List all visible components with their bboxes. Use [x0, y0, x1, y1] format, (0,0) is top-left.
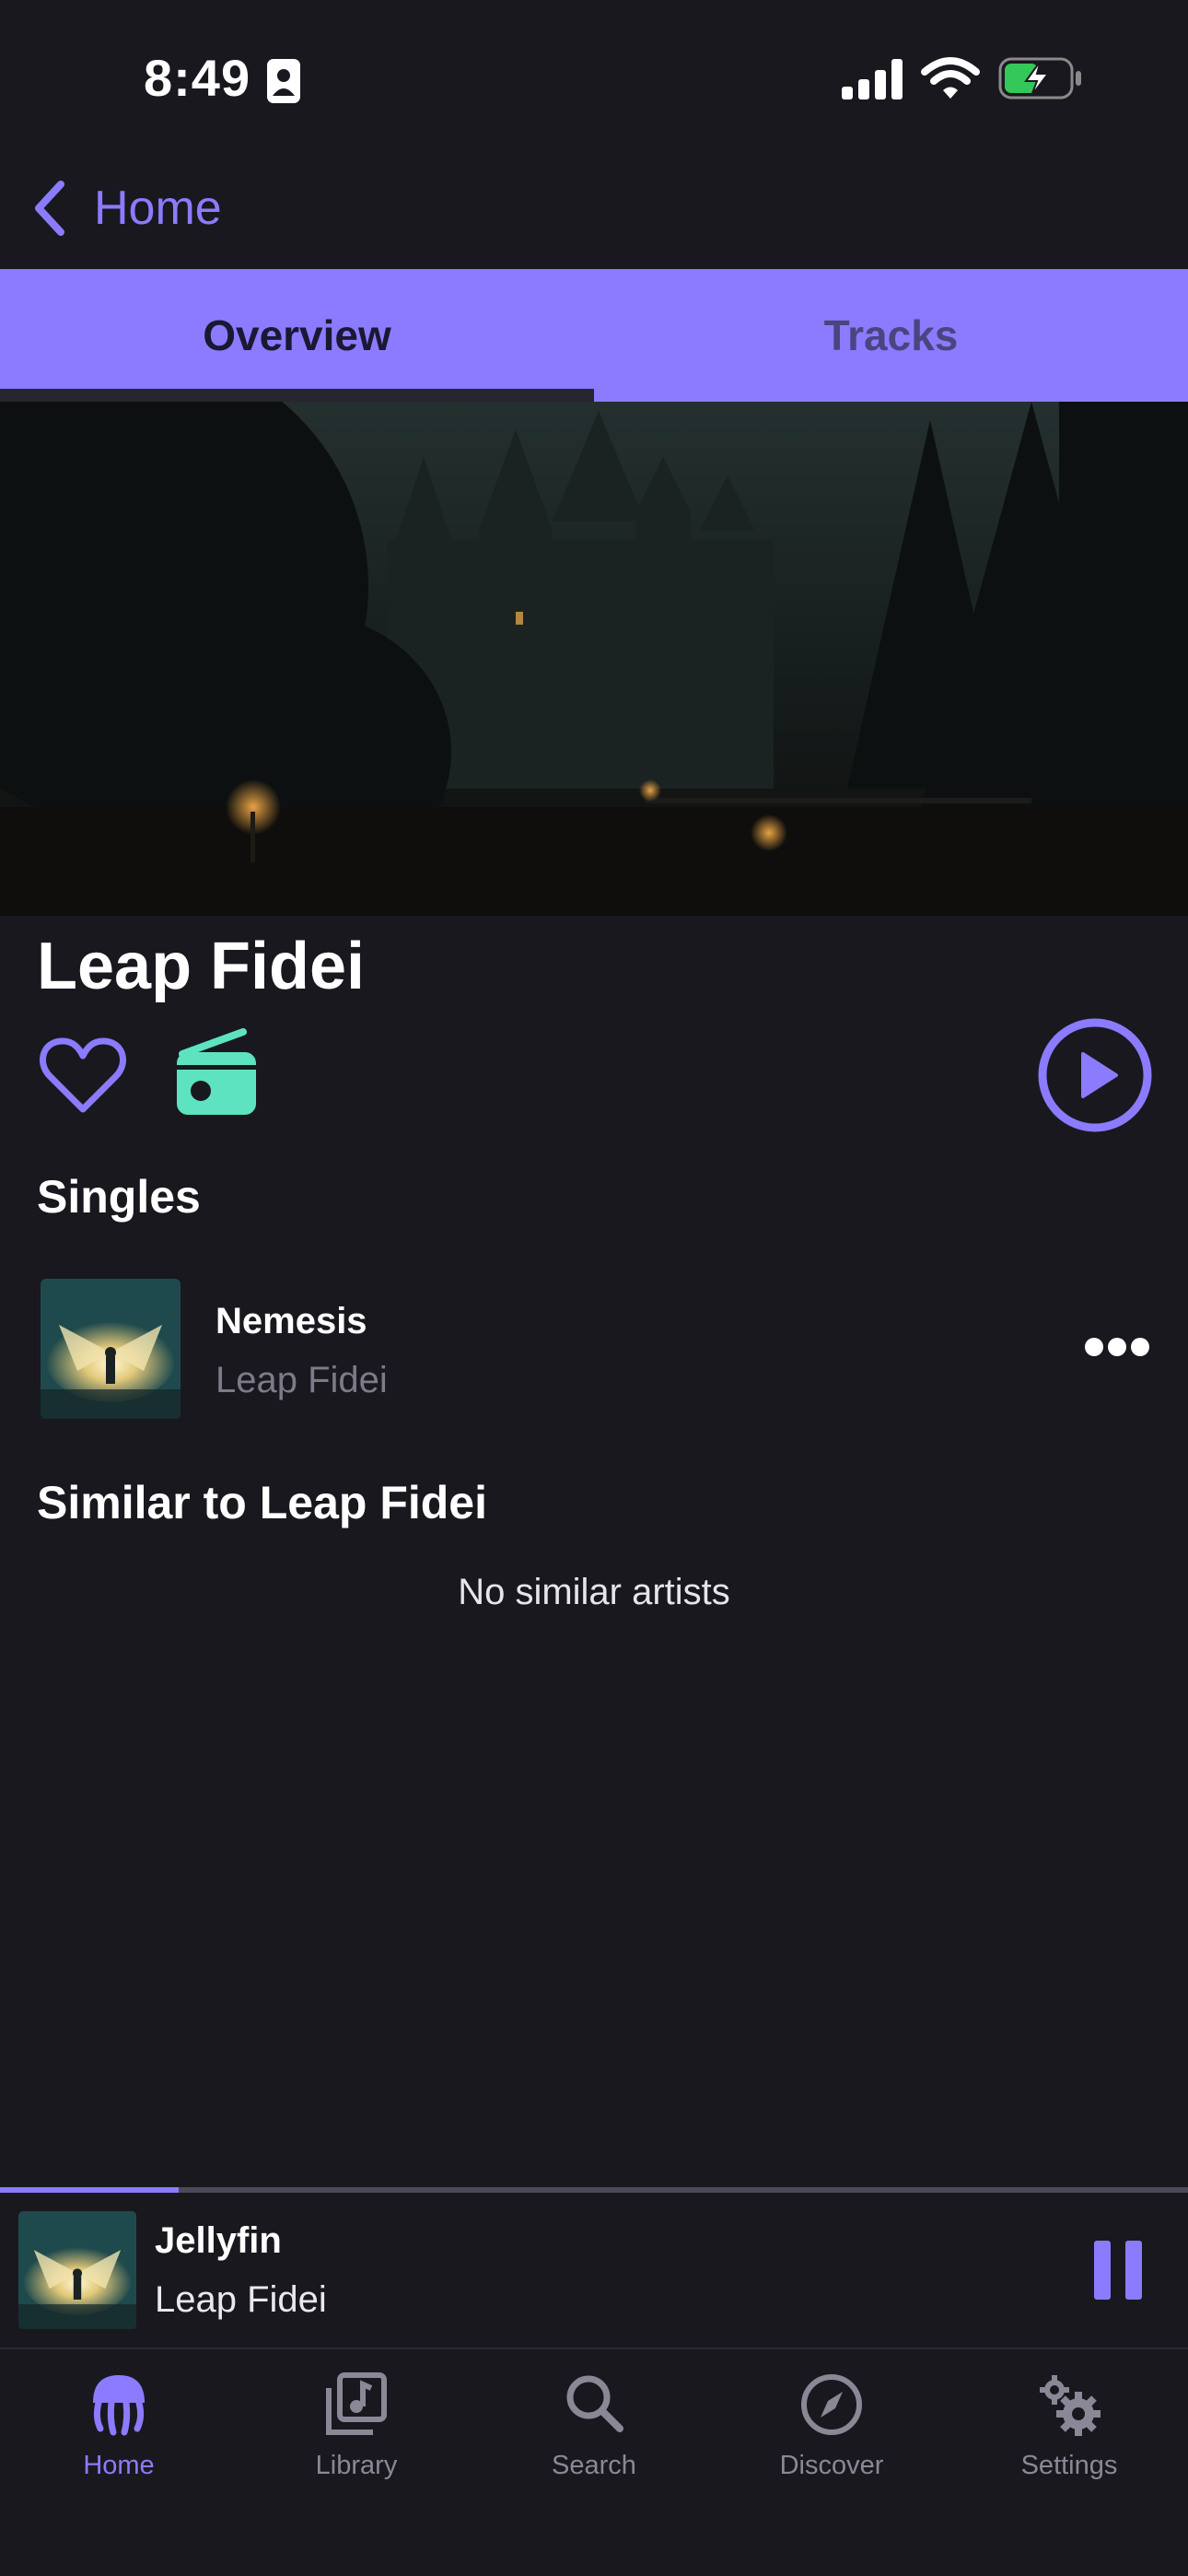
now-playing-artwork[interactable] [18, 2211, 136, 2329]
playback-progress-track[interactable] [0, 2187, 1188, 2193]
tab-active-indicator [0, 389, 594, 402]
tab-search-label: Search [552, 2451, 636, 2480]
bottom-tab-bar: Home Library Search Discover Settings [0, 2359, 1188, 2576]
tab-bar-divider [0, 2348, 1188, 2349]
more-options-icon[interactable] [1083, 1336, 1151, 1358]
wifi-icon [921, 57, 980, 99]
status-bar: 8:49 [0, 0, 1188, 157]
list-item[interactable]: Nemesis Leap Fidei [0, 1271, 1188, 1428]
similar-heading: Similar to Leap Fidei [37, 1477, 487, 1528]
artist-hero-image [0, 402, 1188, 916]
tab-overview[interactable]: Overview [0, 269, 594, 402]
tab-discover-label: Discover [779, 2451, 884, 2480]
back-button[interactable]: Home [33, 181, 222, 236]
tab-tracks[interactable]: Tracks [594, 269, 1188, 402]
play-circle-button[interactable] [1037, 1017, 1153, 1133]
radio-icon[interactable] [175, 1028, 258, 1117]
signal-icon [842, 59, 903, 100]
jellyfish-icon [93, 2375, 145, 2436]
tab-library[interactable]: Library [238, 2359, 475, 2576]
tab-overview-label: Overview [203, 311, 391, 359]
now-playing-title[interactable]: Jellyfin [155, 2220, 282, 2262]
segmented-tabs: Overview Tracks [0, 269, 1188, 402]
album-artwork [41, 1279, 181, 1419]
tab-settings[interactable]: Settings [950, 2359, 1188, 2576]
tab-search[interactable]: Search [475, 2359, 713, 2576]
single-title: Nemesis [215, 1301, 367, 1341]
tab-library-label: Library [315, 2451, 398, 2480]
artist-name: Leap Fidei [37, 930, 366, 1003]
library-icon [326, 2372, 387, 2435]
chevron-left-icon [35, 181, 64, 236]
similar-empty-text: No similar artists [458, 1572, 730, 1612]
pause-icon[interactable] [1092, 2241, 1144, 2300]
battery-charging-icon [998, 57, 1081, 100]
back-label: Home [94, 181, 222, 235]
contact-card-icon [267, 59, 300, 103]
tab-home[interactable]: Home [0, 2359, 238, 2576]
status-time: 8:49 [144, 49, 251, 107]
gears-icon [1040, 2375, 1101, 2436]
singles-heading: Singles [37, 1171, 201, 1223]
tab-settings-label: Settings [1020, 2451, 1118, 2480]
playback-progress-fill [0, 2187, 179, 2193]
now-playing-artist[interactable]: Leap Fidei [155, 2279, 327, 2321]
heart-icon[interactable] [39, 1036, 127, 1115]
tab-home-label: Home [83, 2451, 155, 2480]
tab-discover[interactable]: Discover [713, 2359, 950, 2576]
tab-tracks-label: Tracks [823, 311, 959, 359]
compass-icon [801, 2374, 862, 2435]
search-icon [566, 2375, 623, 2432]
single-artist: Leap Fidei [215, 1360, 388, 1400]
